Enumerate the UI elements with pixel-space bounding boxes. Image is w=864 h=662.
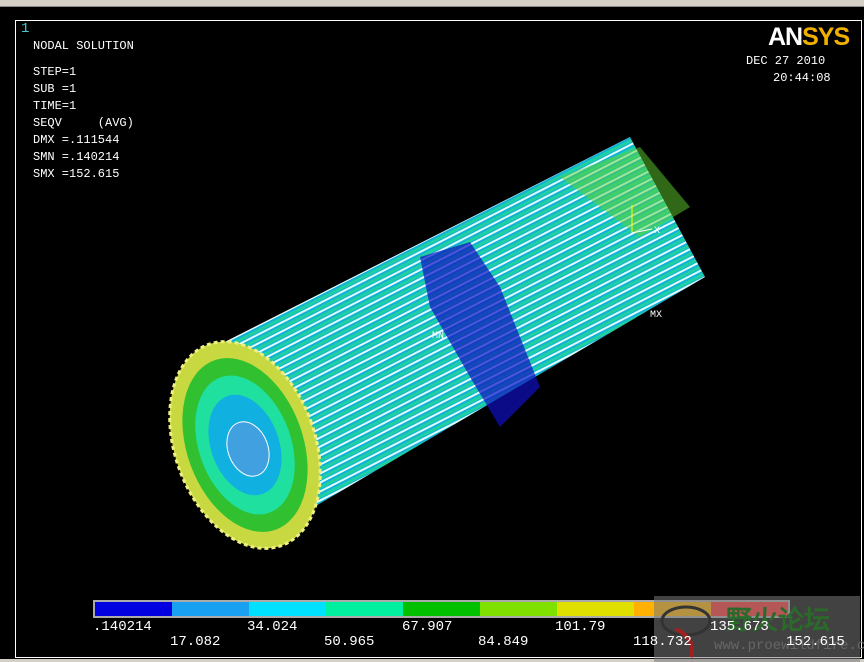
legend-swatch [480, 602, 557, 616]
legend-swatch [326, 602, 403, 616]
legend-label: 118.732 [633, 634, 692, 650]
legend-label: 152.615 [786, 634, 845, 650]
legend-swatch [172, 602, 249, 616]
watermark-logo-icon [660, 605, 712, 658]
legend-label: 135.673 [710, 619, 769, 635]
legend-label: .140214 [93, 619, 152, 635]
legend-swatch [249, 602, 326, 616]
max-marker: MX [650, 310, 662, 321]
legend-swatch [403, 602, 480, 616]
window-top-bar [0, 0, 864, 7]
legend-label: 17.082 [170, 634, 221, 650]
legend-swatch [95, 602, 172, 616]
cylinder-model[interactable]: MN MX X [0, 7, 864, 659]
legend-label: 50.965 [324, 634, 375, 650]
min-marker: MN [432, 331, 444, 342]
svg-text:X: X [654, 226, 660, 237]
legend-swatch [557, 602, 634, 616]
legend-label: 101.79 [555, 619, 606, 635]
legend-label: 34.024 [247, 619, 298, 635]
graphics-viewport[interactable]: 1 NODAL SOLUTION STEP=1 SUB =1 TIME=1 SE… [0, 7, 864, 662]
legend-label: 84.849 [478, 634, 529, 650]
legend-label: 67.907 [402, 619, 453, 635]
